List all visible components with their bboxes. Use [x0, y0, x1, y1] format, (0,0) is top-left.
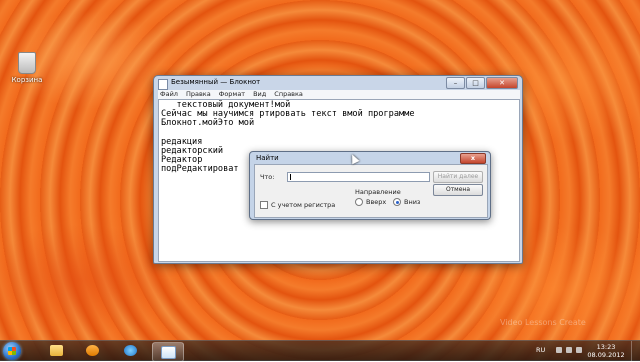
direction-label: Направление [355, 188, 401, 196]
find-next-button[interactable]: Найти далее [433, 171, 483, 183]
menu-edit[interactable]: Правка [186, 90, 211, 99]
maximize-button[interactable]: □ [466, 77, 485, 89]
taskbar-notepad[interactable] [152, 342, 184, 362]
taskbar-internet-explorer[interactable] [116, 342, 146, 360]
clock-time: 13:23 [596, 343, 616, 351]
folder-icon [50, 345, 63, 356]
find-dialog-close-button[interactable]: x [460, 153, 486, 164]
find-dialog-body: Что: Найти далее Отмена Направление Ввер… [254, 164, 488, 218]
internet-explorer-icon [124, 345, 137, 356]
find-what-input[interactable] [287, 172, 430, 182]
close-button[interactable]: ✕ [486, 77, 518, 89]
menu-view[interactable]: Вид [253, 90, 266, 99]
start-button[interactable] [3, 342, 21, 360]
notepad-app-icon [158, 79, 168, 90]
notepad-title: Безымянный — Блокнот [171, 78, 261, 86]
media-player-icon [86, 345, 99, 356]
notepad-icon [161, 346, 176, 359]
direction-down-radio[interactable]: Вниз [393, 198, 420, 206]
recycle-bin[interactable]: Корзина [8, 52, 46, 84]
find-dialog-title: Найти [256, 154, 279, 162]
text-caret [290, 174, 291, 180]
tray-network-icon[interactable] [566, 347, 572, 353]
match-case-label: С учетом регистра [271, 201, 336, 209]
tray-flag-icon[interactable] [556, 347, 562, 353]
taskbar-media-player[interactable] [78, 342, 108, 360]
clock-date: 08.09.2012 [587, 351, 625, 359]
taskbar: RU 13:23 08.09.2012 [0, 340, 640, 362]
radio-up-icon [355, 198, 363, 206]
minimize-button[interactable]: – [446, 77, 465, 89]
cancel-button[interactable]: Отмена [433, 184, 483, 196]
show-desktop-button[interactable] [631, 341, 640, 361]
recycle-bin-icon [18, 52, 36, 74]
direction-up-radio[interactable]: Вверх [355, 198, 386, 206]
direction-down-label: Вниз [404, 198, 421, 206]
direction-up-label: Вверх [366, 198, 387, 206]
windows-logo-icon [8, 347, 16, 355]
find-what-label: Что: [260, 173, 275, 181]
menu-help[interactable]: Справка [274, 90, 303, 99]
tray-volume-icon[interactable] [576, 347, 582, 353]
menu-file[interactable]: Файл [160, 90, 178, 99]
window-controls: – □ ✕ [446, 77, 518, 89]
language-indicator[interactable]: RU [536, 346, 545, 354]
watermark: Video Lessons Create [500, 318, 586, 327]
menu-format[interactable]: Формат [219, 90, 245, 99]
editor-line: Блокнот.мойЭто мой [161, 118, 255, 129]
checkbox-icon [260, 201, 268, 209]
find-dialog: Найти x Что: Найти далее Отмена Направле… [249, 151, 491, 220]
clock[interactable]: 13:23 08.09.2012 [586, 343, 626, 359]
recycle-bin-label: Корзина [11, 76, 43, 84]
match-case-checkbox[interactable]: С учетом регистра [260, 201, 335, 209]
radio-down-icon [393, 198, 401, 206]
taskbar-explorer[interactable] [42, 342, 72, 360]
menu-bar: Файл Правка Формат Вид Справка [158, 90, 520, 99]
editor-line: подРедактироват [161, 164, 239, 175]
